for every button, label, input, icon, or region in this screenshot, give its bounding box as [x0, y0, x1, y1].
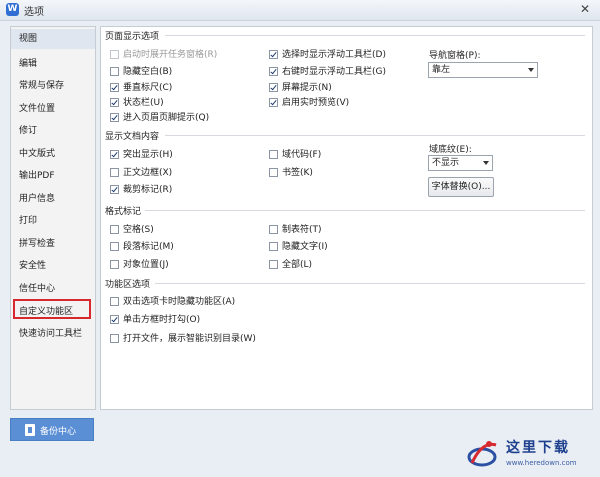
field-shading-value: 不显示	[432, 158, 460, 168]
watermark-title: 这里下载	[506, 440, 570, 456]
option-all-marks[interactable]: 全部(L)	[269, 257, 312, 270]
option-highlight[interactable]: 突出显示(H)	[110, 147, 173, 160]
checkbox[interactable]	[110, 225, 119, 234]
sidebar-item-spell-check[interactable]: 拼写检查	[19, 236, 55, 249]
watermark-logo-icon	[467, 441, 497, 467]
backup-icon	[25, 424, 35, 436]
checkbox[interactable]	[269, 67, 278, 76]
option-paragraph-marks[interactable]: 段落标记(M)	[110, 239, 174, 252]
checkbox[interactable]	[110, 185, 119, 194]
section-title-doc-content: 显示文档内容	[105, 132, 160, 142]
window-title: 选项	[24, 7, 44, 18]
section-title-page-display: 页面显示选项	[105, 32, 160, 42]
option-field-codes[interactable]: 域代码(F)	[269, 147, 321, 160]
options-sidebar: 视图 编辑 常规与保存 文件位置 修订 中文版式 输出PDF 用户信息 打印 拼…	[10, 26, 96, 410]
sidebar-item-print[interactable]: 打印	[19, 213, 37, 226]
option-live-preview[interactable]: 启用实时预览(V)	[269, 95, 349, 108]
option-bookmarks[interactable]: 书签(K)	[269, 165, 313, 178]
chevron-down-icon	[528, 68, 534, 72]
sidebar-item-chinese-layout[interactable]: 中文版式	[19, 146, 55, 159]
checkbox[interactable]	[269, 83, 278, 92]
checkbox[interactable]	[110, 315, 119, 324]
sidebar-item-view[interactable]: 视图	[11, 29, 95, 49]
section-divider	[165, 35, 585, 36]
option-hidden-text[interactable]: 隐藏文字(I)	[269, 239, 328, 252]
option-object-anchors[interactable]: 对象位置(J)	[110, 257, 169, 270]
checkbox[interactable]	[269, 50, 278, 59]
highlight-box	[13, 299, 91, 319]
option-text-boundaries[interactable]: 正文边框(X)	[110, 165, 172, 178]
nav-pane-select[interactable]: 靠左	[428, 62, 538, 78]
section-divider	[165, 135, 585, 136]
section-title-ribbon: 功能区选项	[105, 280, 151, 290]
sidebar-item-file-location[interactable]: 文件位置	[19, 101, 55, 114]
checkbox[interactable]	[269, 260, 278, 269]
sidebar-item-general-save[interactable]: 常规与保存	[19, 78, 64, 91]
nav-pane-label: 导航窗格(P):	[429, 51, 481, 61]
checkbox[interactable]	[110, 50, 119, 59]
checkbox[interactable]	[110, 242, 119, 251]
option-vertical-ruler[interactable]: 垂直标尺(C)	[110, 80, 172, 93]
checkbox[interactable]	[110, 168, 119, 177]
font-replace-button[interactable]: 字体替换(O)...	[428, 177, 494, 197]
option-hide-blank[interactable]: 隐藏空白(B)	[110, 64, 172, 77]
nav-pane-value: 靠左	[432, 65, 451, 75]
checkbox[interactable]	[269, 150, 278, 159]
checkbox[interactable]	[110, 98, 119, 107]
sidebar-item-trust-center[interactable]: 信任中心	[19, 281, 55, 294]
field-shading-label: 域底纹(E):	[429, 145, 472, 155]
checkbox[interactable]	[110, 297, 119, 306]
sidebar-item-quick-access-toolbar[interactable]: 快速访问工具栏	[19, 326, 82, 339]
sidebar-item-edit[interactable]: 编辑	[19, 56, 37, 69]
sidebar-item-output-pdf[interactable]: 输出PDF	[19, 168, 55, 181]
option-crop-marks[interactable]: 裁剪标记(R)	[110, 182, 172, 195]
option-screen-tips[interactable]: 屏幕提示(N)	[269, 80, 332, 93]
backup-center-button[interactable]: 备份中心	[10, 418, 94, 441]
checkbox[interactable]	[110, 334, 119, 343]
option-spaces[interactable]: 空格(S)	[110, 222, 154, 235]
checkbox[interactable]	[269, 225, 278, 234]
section-divider	[155, 283, 585, 284]
option-status-bar[interactable]: 状态栏(U)	[110, 95, 164, 108]
watermark-url: www.heredown.com	[506, 459, 577, 467]
checkbox[interactable]	[110, 67, 119, 76]
wps-app-icon: W	[6, 3, 19, 16]
option-floating-toolbar-rightclick[interactable]: 右键时显示浮动工具栏(G)	[269, 64, 386, 77]
checkbox[interactable]	[110, 113, 119, 122]
site-watermark: 这里下载 www.heredown.com	[466, 435, 594, 473]
backup-center-label: 备份中心	[40, 427, 77, 437]
checkbox[interactable]	[269, 168, 278, 177]
option-expand-task-pane[interactable]: 启动时展开任务窗格(R)	[110, 47, 217, 60]
sidebar-item-user-info[interactable]: 用户信息	[19, 191, 55, 204]
field-shading-select[interactable]: 不显示	[428, 155, 493, 171]
chevron-down-icon	[483, 161, 489, 165]
checkbox[interactable]	[269, 98, 278, 107]
option-header-footer-hint[interactable]: 进入页眉页脚提示(Q)	[110, 110, 209, 123]
sidebar-item-security[interactable]: 安全性	[19, 258, 46, 271]
close-button[interactable]: ✕	[576, 1, 594, 17]
option-tab-characters[interactable]: 制表符(T)	[269, 222, 322, 235]
option-smart-toc[interactable]: 打开文件，展示智能识别目录(W)	[110, 331, 256, 344]
checkbox[interactable]	[110, 83, 119, 92]
checkbox[interactable]	[110, 150, 119, 159]
title-bar: W 选项 ✕	[0, 0, 600, 21]
options-main-panel: 页面显示选项 启动时展开任务窗格(R) 隐藏空白(B) 垂直标尺(C) 状态栏(…	[100, 26, 593, 410]
checkbox[interactable]	[110, 260, 119, 269]
section-title-format-marks: 格式标记	[105, 207, 142, 217]
option-floating-toolbar-select[interactable]: 选择时显示浮动工具栏(D)	[269, 47, 386, 60]
option-hide-ribbon-double-click[interactable]: 双击选项卡时隐藏功能区(A)	[110, 294, 235, 307]
section-divider	[145, 210, 585, 211]
option-click-box-check[interactable]: 单击方框时打勾(O)	[110, 312, 200, 325]
checkbox[interactable]	[269, 242, 278, 251]
sidebar-item-revision[interactable]: 修订	[19, 123, 37, 136]
